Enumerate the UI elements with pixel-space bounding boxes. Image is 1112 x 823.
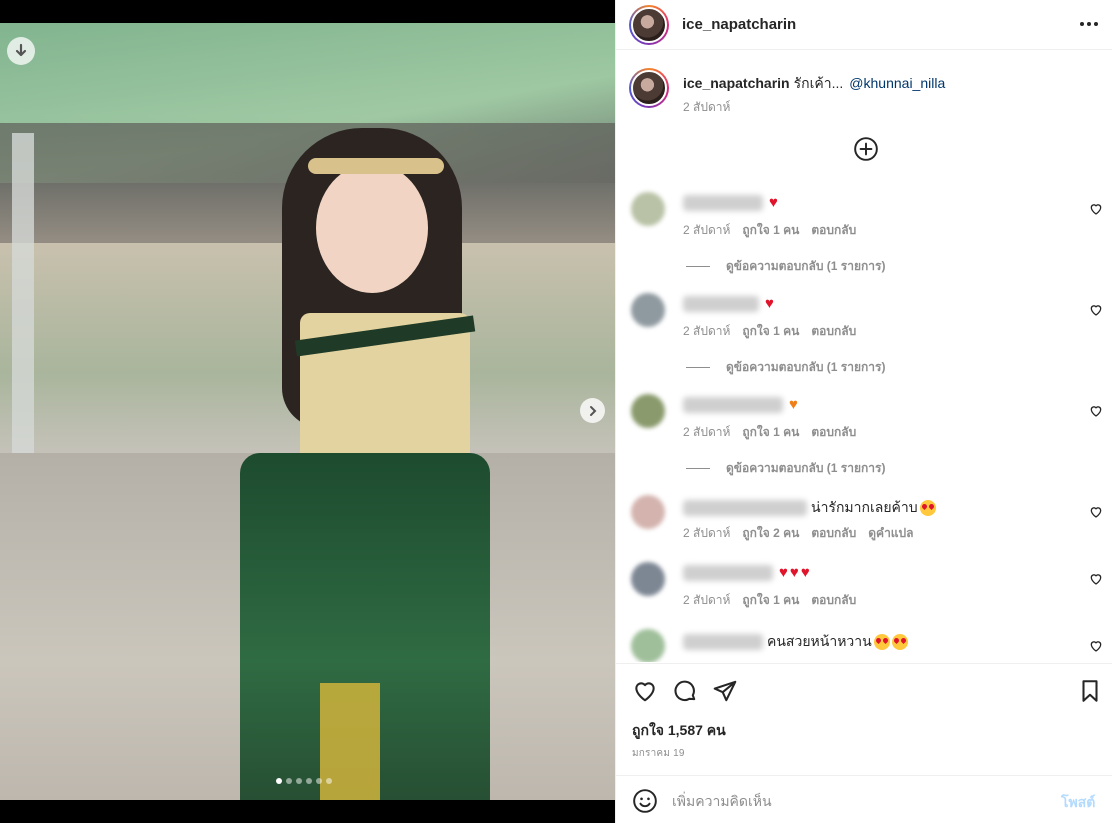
- heart-eyes-emoji-icon: [919, 500, 936, 516]
- caption-timestamp[interactable]: 2 สัปดาห์: [683, 98, 730, 117]
- caption-text: รักเค้า...: [793, 75, 844, 91]
- like-comment-heart-icon[interactable]: [1089, 572, 1103, 586]
- like-comment-heart-icon[interactable]: [1089, 404, 1103, 418]
- caption-mention-link[interactable]: @khunnai_nilla: [849, 75, 945, 91]
- red-heart-emoji-icon: ♥: [779, 564, 788, 581]
- action-bar: ถูกใจ 1,587 คน มกราคม 19: [616, 663, 1112, 773]
- view-replies-label: ดูข้อความตอบกลับ (1 รายการ): [726, 360, 886, 374]
- see-translation-button[interactable]: ดูคำแปล: [868, 524, 913, 543]
- comment-timestamp[interactable]: 2 สัปดาห์: [683, 322, 730, 341]
- comment-list: ♥ 2 สัปดาห์ ถูกใจ 1 คน ตอบกลับ ดูข้อความตอบก…: [616, 180, 1112, 662]
- commenter-username-blurred[interactable]: [683, 295, 759, 312]
- comment-bubble-icon[interactable]: [672, 678, 698, 704]
- commenter-username-blurred[interactable]: [683, 500, 807, 516]
- post-photo[interactable]: [0, 23, 615, 800]
- emoji-picker-icon[interactable]: [632, 788, 658, 814]
- author-username[interactable]: ice_napatcharin: [682, 16, 796, 33]
- view-replies-button[interactable]: ดูข้อความตอบกลับ (1 รายการ): [686, 358, 885, 377]
- post-comment-button[interactable]: โพสต์: [1061, 792, 1095, 814]
- share-paper-plane-icon[interactable]: [712, 678, 738, 704]
- comment-input[interactable]: [672, 788, 1042, 814]
- caption-avatar[interactable]: [629, 68, 669, 108]
- load-more-comments-icon[interactable]: [853, 136, 879, 162]
- carousel-dot: [306, 778, 312, 784]
- orange-heart-emoji-icon: ♥: [789, 396, 798, 413]
- post-side-panel: ice_napatcharin ice_napatcharin รักเค้า..…: [615, 0, 1112, 823]
- comment-timestamp[interactable]: 2 สัปดาห์: [683, 591, 730, 610]
- add-comment-bar: โพสต์: [616, 775, 1112, 823]
- more-options-icon[interactable]: [1077, 14, 1101, 34]
- carousel-dot: [316, 778, 322, 784]
- commenter-username-blurred[interactable]: [683, 194, 763, 211]
- comment-text: น่ารักมากเลยค้าบ: [811, 499, 918, 515]
- carousel-dot: [276, 778, 282, 784]
- commenter-avatar[interactable]: [631, 629, 665, 662]
- view-replies-button[interactable]: ดูข้อความตอบกลับ (1 รายการ): [686, 459, 885, 478]
- comment-likes-count[interactable]: ถูกใจ 1 คน: [742, 221, 799, 240]
- author-avatar[interactable]: [629, 5, 669, 45]
- save-bookmark-icon[interactable]: [1077, 678, 1103, 704]
- like-comment-heart-icon[interactable]: [1089, 303, 1103, 317]
- red-heart-emoji-icon: ♥: [789, 564, 799, 581]
- comment-timestamp[interactable]: 2 สัปดาห์: [683, 524, 730, 543]
- red-heart-emoji-icon: ♥: [769, 194, 778, 211]
- like-heart-icon[interactable]: [632, 678, 658, 704]
- commenter-avatar[interactable]: [631, 394, 665, 428]
- comment-likes-count[interactable]: ถูกใจ 1 คน: [742, 423, 799, 442]
- heart-eyes-emoji-icon: [891, 634, 908, 650]
- view-replies-label: ดูข้อความตอบกลับ (1 รายการ): [726, 259, 886, 273]
- reply-button[interactable]: ตอบกลับ: [811, 423, 856, 442]
- caption-username[interactable]: ice_napatcharin: [683, 75, 790, 91]
- commenter-avatar[interactable]: [631, 495, 665, 529]
- view-replies-button[interactable]: ดูข้อความตอบกลับ (1 รายการ): [686, 257, 885, 276]
- commenter-avatar[interactable]: [631, 192, 665, 226]
- reply-button[interactable]: ตอบกลับ: [811, 591, 856, 610]
- post-caption: ice_napatcharin รักเค้า... @khunnai_nilla …: [616, 58, 1112, 128]
- comment-likes-count[interactable]: ถูกใจ 1 คน: [742, 322, 799, 341]
- carousel-dot: [296, 778, 302, 784]
- commenter-avatar[interactable]: [631, 562, 665, 596]
- comment-timestamp[interactable]: 2 สัปดาห์: [683, 423, 730, 442]
- red-heart-emoji-icon: ♥: [765, 295, 774, 312]
- carousel-dot: [326, 778, 332, 784]
- view-replies-label: ดูข้อความตอบกลับ (1 รายการ): [726, 461, 886, 475]
- comment-likes-count[interactable]: ถูกใจ 1 คน: [742, 591, 799, 610]
- comment-text: คนสวยหน้าหวาน: [767, 633, 872, 649]
- comment-likes-count[interactable]: ถูกใจ 2 คน: [742, 524, 799, 543]
- red-heart-emoji-icon: ♥: [800, 564, 810, 581]
- likes-count[interactable]: ถูกใจ 1,587 คน: [632, 720, 726, 742]
- carousel-indicator: [276, 778, 332, 784]
- reply-button[interactable]: ตอบกลับ: [811, 221, 856, 240]
- post-media: [0, 0, 615, 823]
- reply-button[interactable]: ตอบกลับ: [811, 322, 856, 341]
- post-date[interactable]: มกราคม 19: [632, 746, 685, 761]
- like-comment-heart-icon[interactable]: [1089, 202, 1103, 216]
- commenter-username-blurred[interactable]: [683, 564, 773, 581]
- carousel-next-button[interactable]: [580, 398, 605, 423]
- commenter-avatar[interactable]: [631, 293, 665, 327]
- download-icon[interactable]: [7, 37, 35, 65]
- reply-button[interactable]: ตอบกลับ: [811, 524, 856, 543]
- commenter-username-blurred[interactable]: [683, 396, 783, 413]
- heart-eyes-emoji-icon: [873, 634, 890, 650]
- like-comment-heart-icon[interactable]: [1089, 505, 1103, 519]
- comment-timestamp[interactable]: 2 สัปดาห์: [683, 221, 730, 240]
- commenter-username-blurred[interactable]: [683, 634, 763, 650]
- carousel-dot: [286, 778, 292, 784]
- post-header: ice_napatcharin: [616, 0, 1112, 50]
- like-comment-heart-icon[interactable]: [1089, 639, 1103, 653]
